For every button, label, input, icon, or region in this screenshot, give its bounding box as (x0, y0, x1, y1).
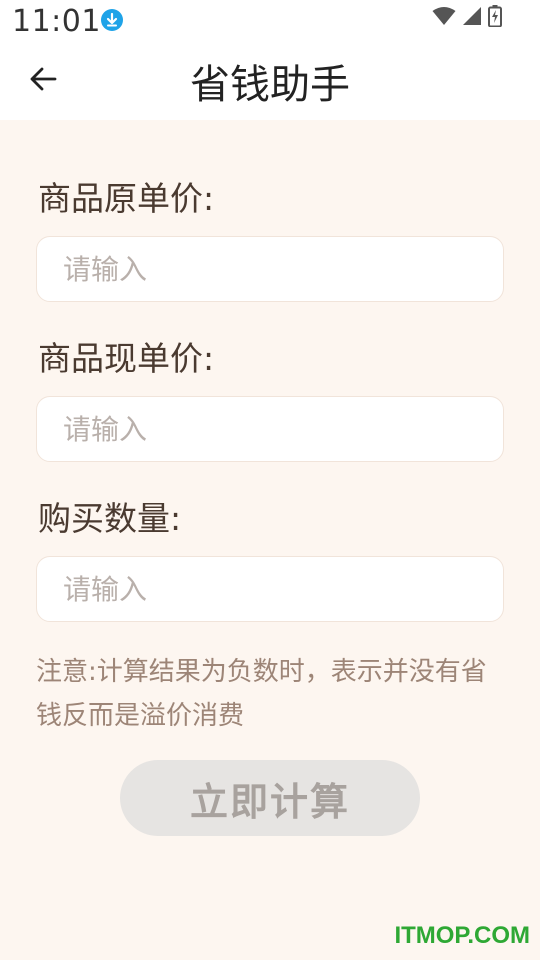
battery-icon (488, 5, 502, 31)
watermark: ITMOP.COM (394, 922, 530, 949)
quantity-field[interactable] (36, 556, 504, 622)
original-price-field[interactable] (36, 236, 504, 302)
current-price-input[interactable] (37, 397, 503, 461)
current-price-field[interactable] (36, 396, 504, 462)
signal-icon (462, 6, 482, 30)
original-price-label: 商品原单价: (38, 179, 215, 218)
status-time: 11:01 (12, 4, 101, 39)
note-text: 注意:计算结果为负数时，表示并没有省钱反而是溢价消费 (36, 657, 487, 731)
wifi-icon (432, 6, 456, 30)
original-price-input[interactable] (37, 237, 503, 301)
download-notification-icon (100, 8, 124, 32)
status-bar: 11:01 (0, 0, 540, 40)
quantity-input[interactable] (37, 557, 503, 621)
calculate-button[interactable]: 立即计算 (120, 760, 420, 836)
current-price-label: 商品现单价: (38, 339, 215, 378)
quantity-label: 购买数量: (38, 499, 182, 538)
status-icons (432, 5, 502, 31)
calculator-form: 商品原单价: 商品现单价: 购买数量: 注意:计算结果为负数时，表示并没有省钱反… (0, 120, 540, 960)
app-bar: 省钱助手 (0, 40, 540, 120)
page-title: 省钱助手 (190, 62, 350, 108)
